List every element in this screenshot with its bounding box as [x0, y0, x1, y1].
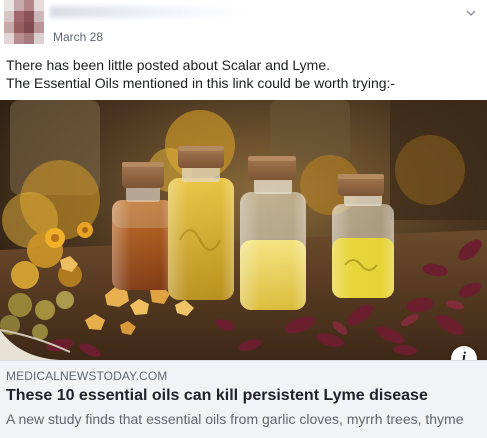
post-timestamp[interactable]: March 28 — [53, 30, 103, 44]
avatar[interactable] — [4, 0, 44, 44]
link-description: A new study finds that essential oils fr… — [6, 411, 464, 427]
link-domain: MEDICALNEWSTODAY.COM — [6, 369, 168, 383]
post-message-line: The Essential Oils mentioned in this lin… — [6, 75, 396, 91]
author-name-redacted[interactable] — [50, 6, 250, 18]
link-headline[interactable]: These 10 essential oils can kill persist… — [6, 387, 428, 405]
link-preview-meta[interactable]: MEDICALNEWSTODAY.COM These 10 essential … — [0, 360, 487, 438]
link-preview-image[interactable] — [0, 100, 487, 360]
link-preview-card[interactable]: i MEDICALNEWSTODAY.COM These 10 essentia… — [0, 100, 487, 438]
facebook-post: March 28 There has been little posted ab… — [0, 0, 487, 438]
post-message-line: There has been little posted about Scala… — [6, 57, 331, 73]
post-message: There has been little posted about Scala… — [6, 56, 476, 92]
chevron-down-icon[interactable] — [465, 6, 477, 18]
